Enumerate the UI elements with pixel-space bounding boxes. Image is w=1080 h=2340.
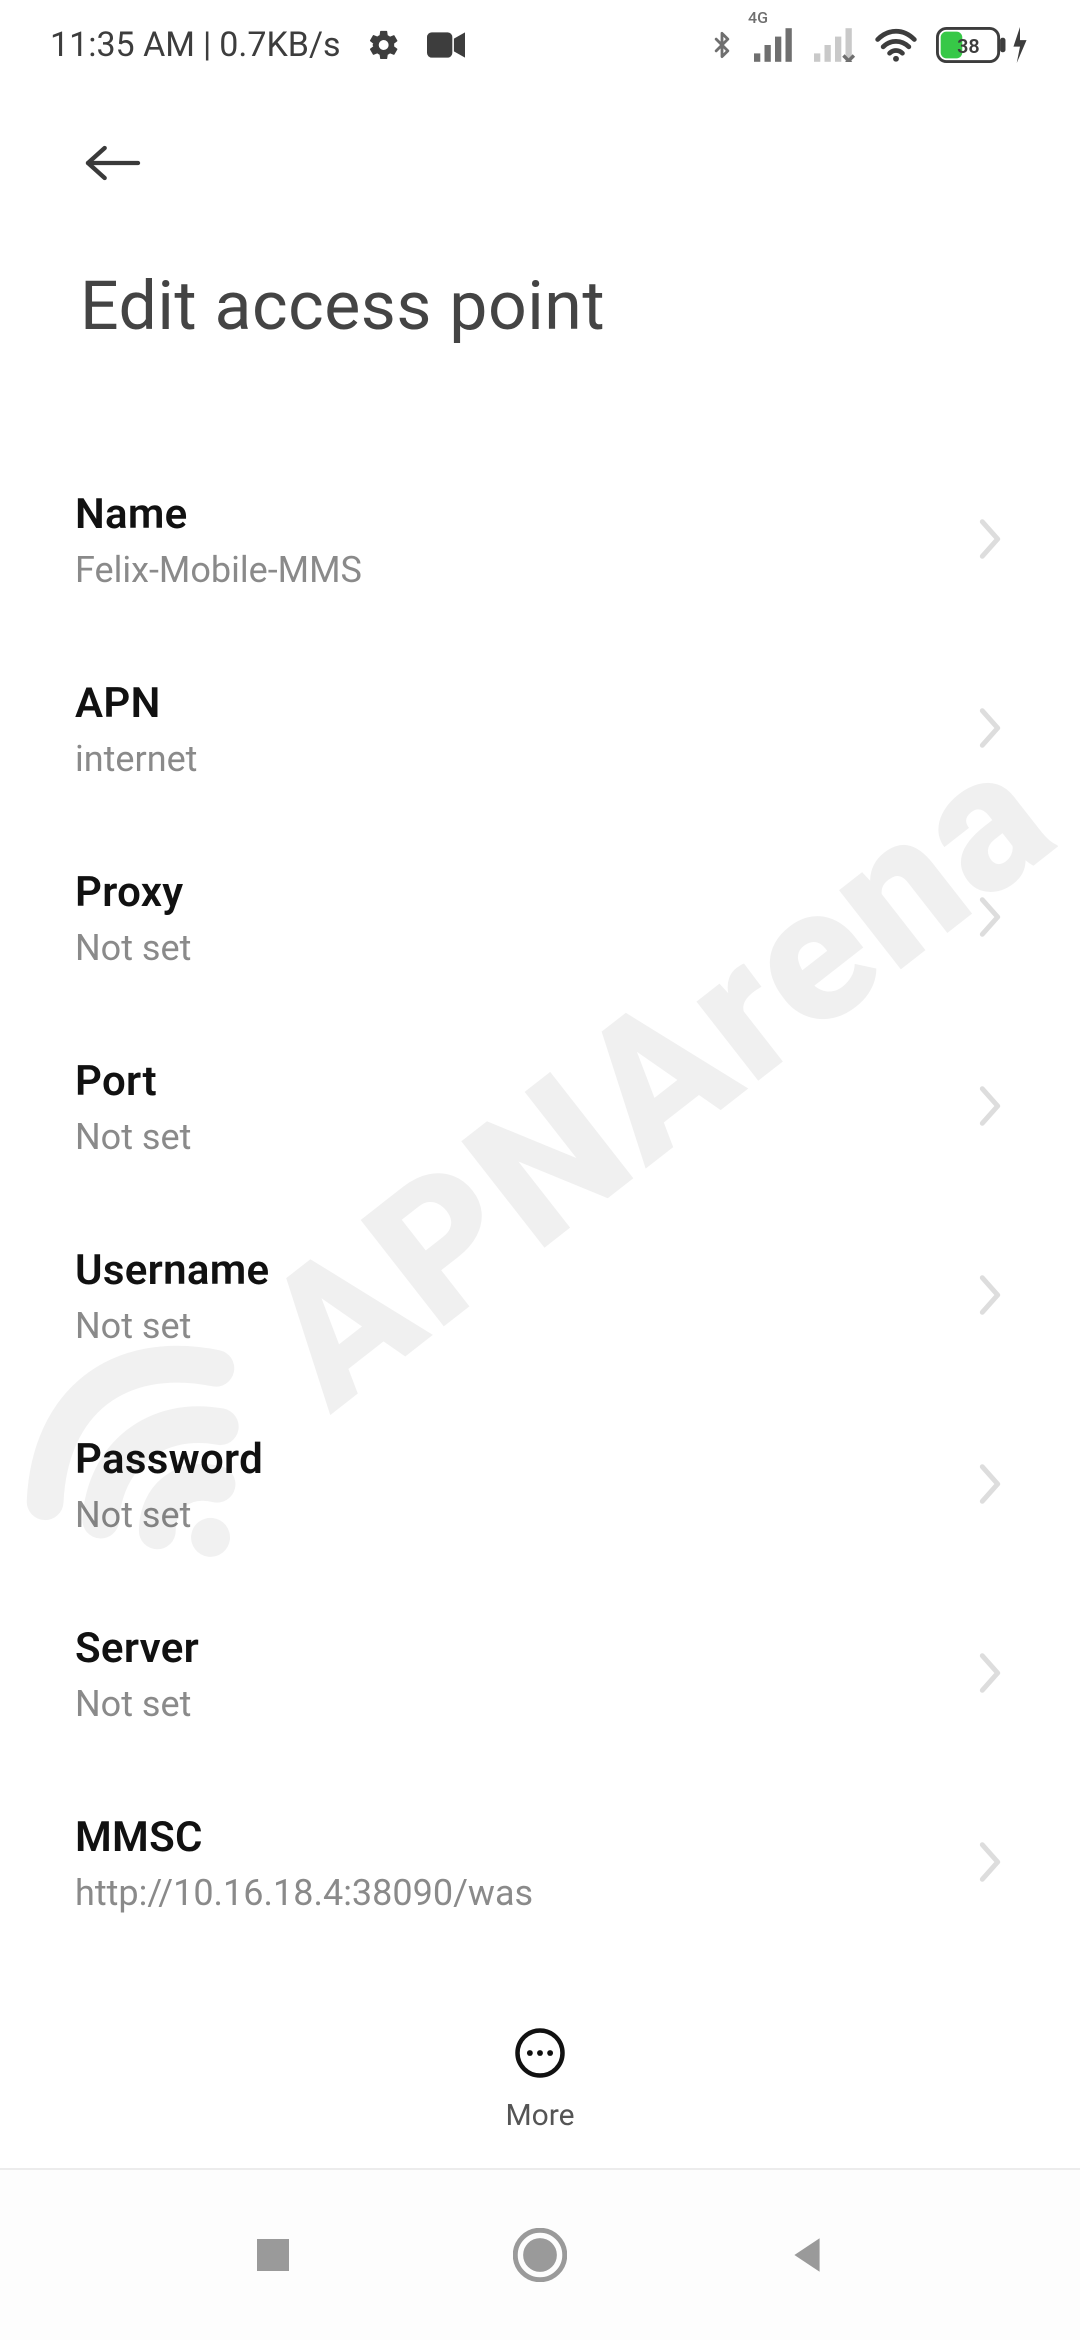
recents-button[interactable] xyxy=(238,2220,308,2290)
field-label: Name xyxy=(75,490,945,539)
back-nav-button[interactable] xyxy=(772,2220,842,2290)
apn-field-apn[interactable]: APN internet xyxy=(75,635,1005,824)
apn-field-server[interactable]: Server Not set xyxy=(75,1580,1005,1769)
status-time: 11:35 AM xyxy=(50,25,195,65)
field-label: Proxy xyxy=(75,868,945,917)
battery-pct-label: 38 xyxy=(957,35,980,58)
camera-icon xyxy=(427,30,465,60)
field-label: Password xyxy=(75,1435,945,1484)
battery-icon: 38 xyxy=(936,27,1030,63)
field-value: Not set xyxy=(75,1494,945,1536)
field-value: Not set xyxy=(75,1305,945,1347)
status-net-speed: 0.7KB/s xyxy=(219,25,340,65)
more-label: More xyxy=(505,2098,574,2133)
network-label: 4G xyxy=(748,8,768,27)
bluetooth-icon xyxy=(708,25,736,65)
more-icon xyxy=(513,2026,567,2084)
chevron-right-icon xyxy=(975,1461,1005,1511)
field-label: Username xyxy=(75,1246,945,1295)
chevron-right-icon xyxy=(975,1839,1005,1889)
gear-icon xyxy=(367,28,401,62)
field-value: Not set xyxy=(75,927,945,969)
chevron-right-icon xyxy=(975,516,1005,566)
chevron-right-icon xyxy=(975,705,1005,755)
field-value: Not set xyxy=(75,1683,945,1725)
page-title: Edit access point xyxy=(70,266,1010,346)
apn-field-password[interactable]: Password Not set xyxy=(75,1391,1005,1580)
apn-field-proxy[interactable]: Proxy Not set xyxy=(75,824,1005,1013)
field-value: internet xyxy=(75,738,945,780)
apn-field-name[interactable]: Name Felix-Mobile-MMS xyxy=(75,446,1005,635)
wifi-icon xyxy=(874,27,918,63)
apn-field-mmsc[interactable]: MMSC http://10.16.18.4:38090/was xyxy=(75,1769,1005,1958)
field-label: Server xyxy=(75,1624,945,1673)
system-nav-bar xyxy=(0,2170,1080,2340)
apn-field-username[interactable]: Username Not set xyxy=(75,1202,1005,1391)
app-header: Edit access point xyxy=(0,90,1080,346)
apn-field-port[interactable]: Port Not set xyxy=(75,1013,1005,1202)
field-label: MMSC xyxy=(75,1813,945,1862)
chevron-right-icon xyxy=(975,894,1005,944)
home-button[interactable] xyxy=(505,2220,575,2290)
field-label: Port xyxy=(75,1057,945,1106)
apn-fields-list: Name Felix-Mobile-MMS APN internet Proxy Not … xyxy=(0,446,1080,2147)
signal-4g-icon: 4G xyxy=(754,28,796,62)
back-button[interactable] xyxy=(80,130,146,196)
bottom-action-bar: More xyxy=(0,1990,1080,2170)
field-label: APN xyxy=(75,679,945,728)
signal-nosim-icon xyxy=(814,28,856,62)
chevron-right-icon xyxy=(975,1272,1005,1322)
status-separator: | xyxy=(203,25,211,65)
chevron-right-icon xyxy=(975,1650,1005,1700)
status-bar: 11:35 AM | 0.7KB/s 4G 38 xyxy=(0,0,1080,90)
field-value: http://10.16.18.4:38090/was xyxy=(75,1872,945,1914)
more-button[interactable]: More xyxy=(505,2026,574,2133)
chevron-right-icon xyxy=(975,1083,1005,1133)
field-value: Felix-Mobile-MMS xyxy=(75,549,945,591)
field-value: Not set xyxy=(75,1116,945,1158)
